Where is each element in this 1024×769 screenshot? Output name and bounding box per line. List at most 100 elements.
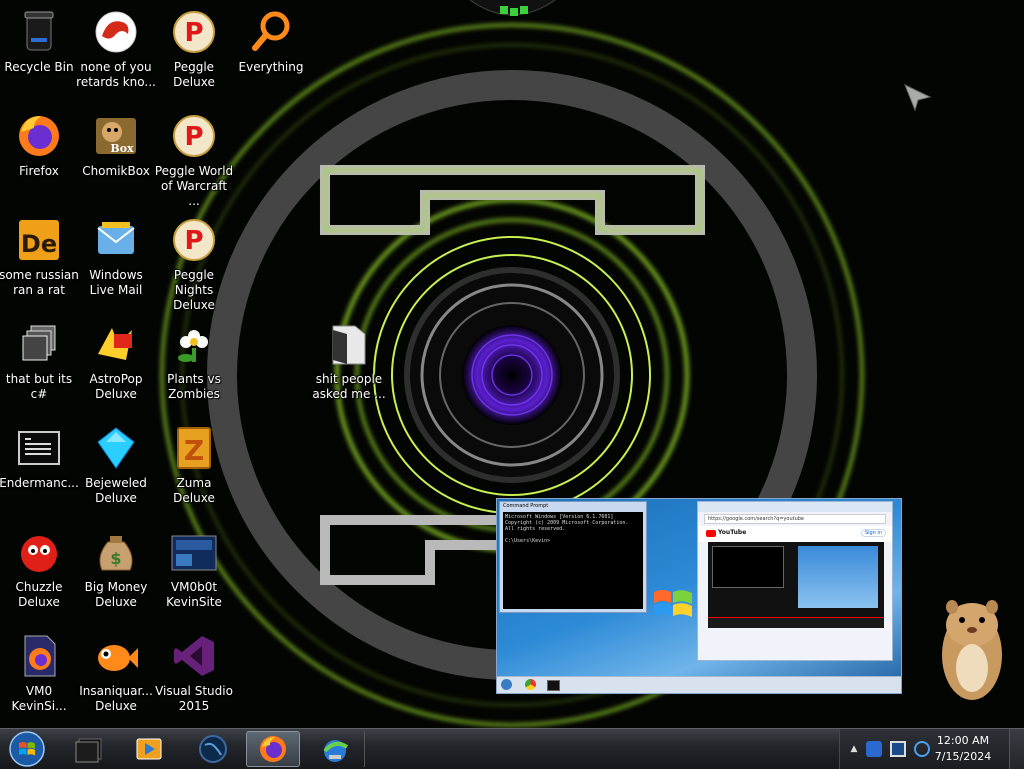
desktop-icon-label: some russian ran a rat <box>0 268 79 297</box>
desktop-icon-label: Visual Studio 2015 <box>155 684 233 713</box>
desktop-icon-label: ChomikBox <box>82 164 150 178</box>
installer-icon <box>323 740 349 762</box>
chuzzle-icon <box>21 536 57 572</box>
start-button[interactable] <box>2 729 52 769</box>
desktop-icon-label: VM0b0t KevinSite <box>166 580 222 609</box>
desktop-icon-label: Zuma Deluxe <box>173 476 215 505</box>
firefox-icon <box>19 116 59 156</box>
taskbar-media-player[interactable] <box>122 731 176 767</box>
tray-bluetooth-icon[interactable] <box>866 741 882 757</box>
youtube-label: YouTube <box>718 529 747 536</box>
taskbar-firefox[interactable] <box>246 731 300 767</box>
visual-studio-icon <box>174 636 214 676</box>
svg-text:P: P <box>184 226 203 256</box>
desktop-icon-label: Everything <box>238 60 304 74</box>
windows-logo-wallpaper <box>652 584 694 624</box>
svg-text:Box: Box <box>110 142 134 155</box>
desktop-icon-label: Endermanc... <box>0 476 79 490</box>
desktop-icon[interactable]: VM0 KevinSi... <box>0 630 79 714</box>
nested-cmd-thumbnail <box>712 546 784 588</box>
zuma-icon: Z <box>177 427 211 469</box>
desktop-icon-label: Peggle Deluxe <box>173 60 215 89</box>
desktop-icon[interactable]: Insaniquar... Deluxe <box>76 630 156 714</box>
desktop-icon-label: none of you retards kno... <box>76 60 156 89</box>
desktop-icon-label: Peggle World of Warcraft ... <box>154 164 234 208</box>
desktop-icon[interactable]: Windows Live Mail <box>76 214 156 298</box>
svg-text:P: P <box>184 18 203 48</box>
desktop-icon-label: Bejeweled Deluxe <box>85 476 147 505</box>
taskbar-console[interactable] <box>62 731 116 767</box>
desktop-icon-label: shit people asked me ... <box>312 372 386 401</box>
taskbar-installer[interactable] <box>308 731 362 767</box>
desktop-icon-label: AstroPop Deluxe <box>89 372 143 401</box>
astropop-icon <box>98 328 132 360</box>
hamster-box-icon: Box <box>96 118 136 155</box>
svg-text:De: De <box>21 230 57 258</box>
flower-icon <box>178 330 208 362</box>
clock-date[interactable]: 7/15/2024 <box>928 750 998 763</box>
desktop-icon-label: VM0 KevinSi... <box>11 684 67 713</box>
svg-text:P: P <box>184 122 203 152</box>
preview-console-icon <box>547 680 560 691</box>
desktop-icon[interactable]: VM0b0t KevinSite <box>154 526 234 610</box>
taskbar: ▲ 12:00 AM 7/15/2024 <box>0 728 1024 769</box>
desktop-icon[interactable]: none of you retards kno... <box>76 6 156 90</box>
video-controls[interactable] <box>708 617 884 628</box>
cmd-window[interactable]: Command Prompt Microsoft Windows [Versio… <box>499 501 647 613</box>
desktop-icon[interactable]: Everything <box>231 6 311 75</box>
desktop-icon[interactable]: AstroPop Deluxe <box>76 318 156 402</box>
dragon-icon <box>95 11 137 53</box>
desktop-icon[interactable]: shit people asked me ... <box>309 318 389 402</box>
notification-area: ▲ 12:00 AM 7/15/2024 <box>839 729 1024 769</box>
taskbar-separator <box>364 731 365 767</box>
desktop-icon[interactable]: P Peggle Deluxe <box>154 6 234 90</box>
desktop-icon[interactable]: that but its c# <box>0 318 79 402</box>
youtube-logo-icon <box>706 530 716 537</box>
magnifier-icon <box>252 11 290 51</box>
desktop-icon-label: Windows Live Mail <box>89 268 143 297</box>
desktop-icon[interactable]: Recycle Bin <box>0 6 79 75</box>
window-preview-thumbnail[interactable]: Command Prompt Microsoft Windows [Versio… <box>496 498 902 694</box>
folder-icon <box>332 325 366 365</box>
desktop-icon[interactable]: Visual Studio 2015 <box>154 630 234 714</box>
desktop-icon[interactable]: Endermanc... <box>0 422 79 491</box>
windows-stack-icon <box>22 325 56 361</box>
windows-orb-icon <box>9 731 45 767</box>
desktop-icon[interactable]: Plants vs Zombies <box>154 318 234 402</box>
browser-window[interactable]: https://google.com/search?q=youtube YouT… <box>697 501 893 661</box>
desktop-icon[interactable]: Firefox <box>0 110 79 179</box>
desktop-icon-label: Big Money Deluxe <box>84 580 148 609</box>
show-hidden-icons-chevron-icon[interactable]: ▲ <box>846 741 862 757</box>
desktop-icon-label: Peggle Nights Deluxe <box>173 268 215 312</box>
clock-time[interactable]: 12:00 AM <box>928 734 998 747</box>
peggle-icon: P <box>173 115 215 157</box>
desktop-icon[interactable]: Z Zuma Deluxe <box>154 422 234 506</box>
peggle-icon: P <box>173 11 215 53</box>
tray-monitor-icon[interactable] <box>890 741 906 757</box>
desktop-icon-label: Chuzzle Deluxe <box>15 580 63 609</box>
desktop-icon-label: Recycle Bin <box>4 60 74 74</box>
signin-button[interactable]: Sign in <box>860 529 886 537</box>
money-bag-icon: $ <box>99 536 133 571</box>
desktop-icon[interactable]: P Peggle World of Warcraft ... <box>154 110 234 209</box>
preview-chrome-icon <box>525 679 536 690</box>
media-player-icon <box>136 738 162 760</box>
desktop-icon[interactable]: P Peggle Nights Deluxe <box>154 214 234 313</box>
svg-text:Z: Z <box>184 434 204 467</box>
desktop-icon-label: Plants vs Zombies <box>167 372 221 401</box>
nested-desktop-thumbnail <box>798 546 878 608</box>
browser-address-bar[interactable]: https://google.com/search?q=youtube <box>704 514 886 524</box>
hamster-image <box>942 600 1002 700</box>
desktop-icon[interactable]: Box ChomikBox <box>76 110 156 179</box>
desktop-icon[interactable]: Chuzzle Deluxe <box>0 526 79 610</box>
show-desktop-button[interactable] <box>1009 729 1024 769</box>
desktop-icon[interactable]: $ Big Money Deluxe <box>76 526 156 610</box>
browser-tabbar <box>698 502 892 512</box>
taskbar-globe[interactable] <box>186 731 240 767</box>
recycle-bin-icon <box>24 11 54 51</box>
globe-icon <box>199 735 227 763</box>
de-app-icon: De <box>19 220 59 260</box>
video-area[interactable] <box>708 542 884 628</box>
desktop-icon[interactable]: De some russian ran a rat <box>0 214 79 298</box>
desktop-icon[interactable]: Bejeweled Deluxe <box>76 422 156 506</box>
